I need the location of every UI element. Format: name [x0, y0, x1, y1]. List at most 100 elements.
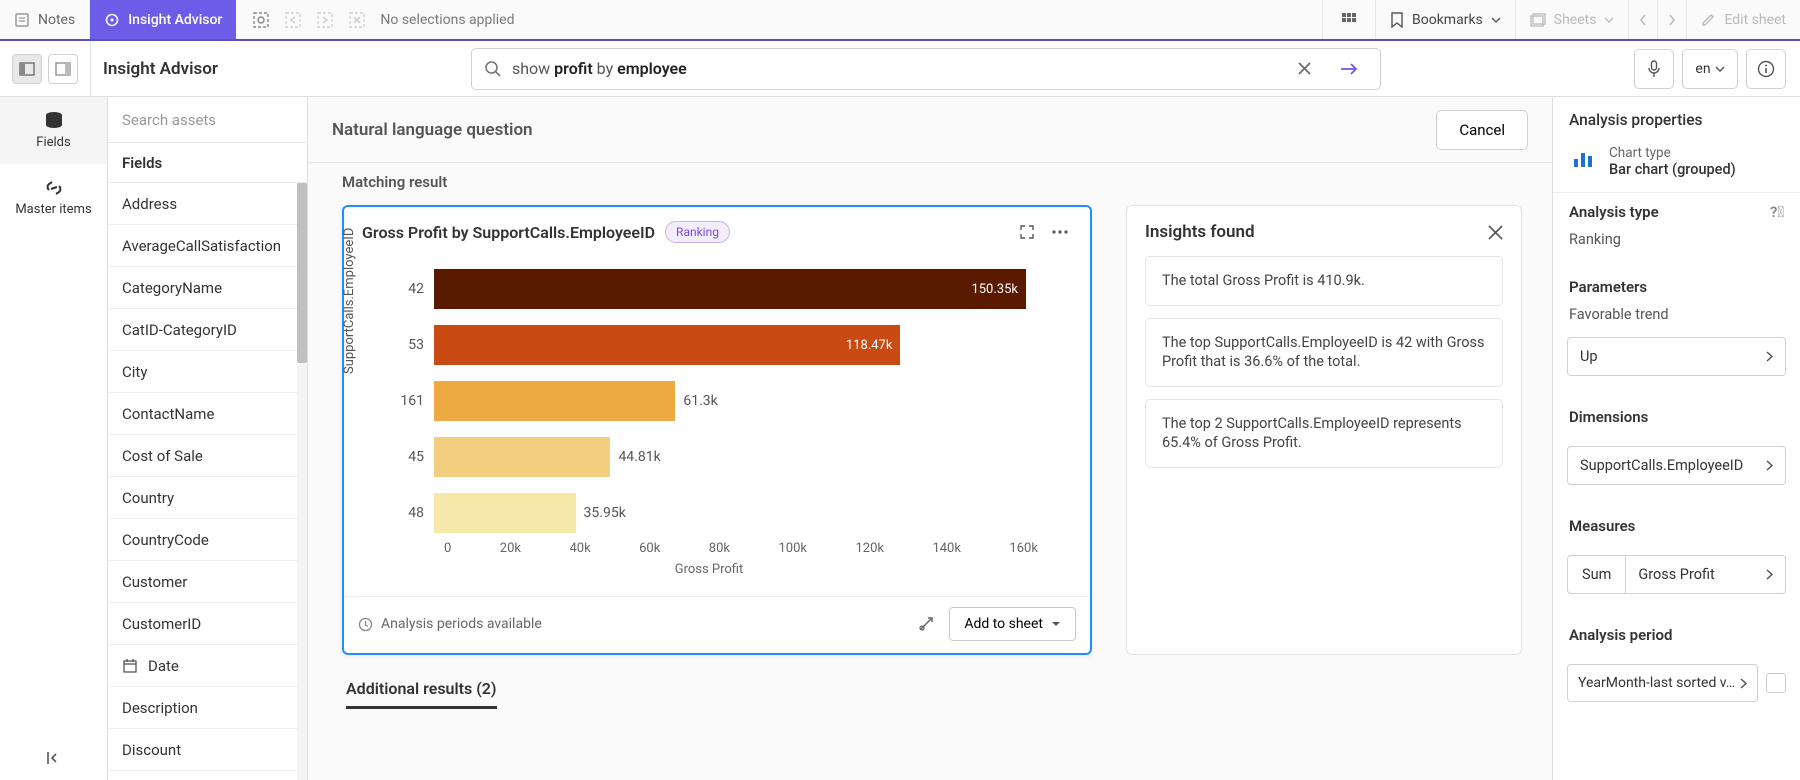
field-item[interactable]: AverageCallSatisfaction [108, 225, 307, 267]
info-button[interactable] [1746, 49, 1786, 89]
clock-icon [358, 617, 373, 632]
field-item[interactable]: City [108, 351, 307, 393]
field-item[interactable]: CatID-CategoryID [108, 309, 307, 351]
bar-fill[interactable]: 150.35k [434, 269, 1026, 309]
explore-button[interactable] [917, 615, 935, 633]
toggle-left-panel[interactable] [12, 54, 42, 84]
field-item[interactable]: Customer [108, 561, 307, 603]
bar-fill[interactable]: 118.47k [434, 325, 900, 365]
insights-close[interactable] [1488, 225, 1503, 240]
chevron-right-icon [1740, 678, 1747, 689]
close-icon [1298, 62, 1311, 75]
field-item[interactable]: Country [108, 477, 307, 519]
voice-input[interactable] [1634, 49, 1674, 89]
bar-row: 4544.81k [376, 429, 1064, 485]
notes-tab[interactable]: Notes [0, 0, 90, 39]
fields-search[interactable]: Search assets [108, 97, 307, 143]
measure-dropdown[interactable]: Gross Profit [1626, 555, 1786, 594]
page-title: Insight Advisor [91, 59, 218, 79]
fields-header: Fields [108, 143, 307, 183]
chart-body[interactable]: SupportCalls.EmployeeID 42150.35k53118.4… [344, 251, 1090, 596]
fields-scrollbar[interactable] [297, 183, 307, 780]
bookmarks-label: Bookmarks [1412, 12, 1483, 28]
bookmarks-dropdown[interactable]: Bookmarks [1375, 0, 1515, 39]
sheets-dropdown[interactable]: Sheets [1515, 0, 1629, 39]
database-icon [43, 111, 65, 131]
info-icon [1757, 60, 1775, 78]
add-to-sheet-button[interactable]: Add to sheet [949, 607, 1076, 641]
nl-question-title: Natural language question [332, 120, 533, 140]
insights-card: Insights found The total Gross Profit is… [1126, 205, 1522, 655]
favorable-trend-dropdown[interactable]: Up [1567, 337, 1786, 376]
insight-advisor-label: Insight Advisor [128, 12, 222, 28]
collapse-icon [46, 750, 62, 766]
bar-value: 35.95k [584, 505, 626, 521]
analysis-period-dropdown[interactable]: YearMonth-last sorted v… [1567, 664, 1758, 702]
clear-search[interactable] [1286, 50, 1324, 88]
step-forward-icon[interactable] [316, 11, 334, 29]
help-icon[interactable]: ?⃝ [1770, 203, 1784, 221]
bar-fill[interactable] [434, 381, 675, 421]
pencil-icon [1701, 12, 1716, 27]
language-selector[interactable]: en [1682, 49, 1738, 89]
prev-sheet[interactable] [1628, 0, 1657, 39]
rail-fields[interactable]: Fields [0, 97, 107, 164]
bar-fill[interactable] [434, 493, 576, 533]
dimension-dropdown[interactable]: SupportCalls.EmployeeID [1567, 446, 1786, 485]
toggle-right-panel[interactable] [48, 54, 78, 84]
field-item[interactable]: ContactName [108, 393, 307, 435]
grid-icon [1341, 12, 1357, 28]
clear-selections-icon[interactable] [348, 11, 366, 29]
no-selections-text: No selections applied [380, 12, 514, 28]
chart-more-menu[interactable] [1048, 230, 1072, 234]
analysis-periods-text: Analysis periods available [381, 616, 542, 632]
insight-icon [104, 12, 120, 28]
bar-fill[interactable] [434, 437, 610, 477]
y-axis-label: SupportCalls.EmployeeID [342, 227, 357, 373]
field-item[interactable]: Address [108, 183, 307, 225]
field-item[interactable]: CategoryName [108, 267, 307, 309]
chart-type-value: Bar chart (grouped) [1609, 161, 1736, 178]
panel-left-icon [19, 62, 35, 76]
notes-icon [14, 12, 30, 28]
field-item[interactable]: Cost of Sale [108, 435, 307, 477]
bookmark-icon [1390, 12, 1404, 28]
field-item[interactable]: Description [108, 687, 307, 729]
rail-master-items[interactable]: Master items [0, 164, 107, 231]
period-checkbox[interactable] [1766, 673, 1786, 693]
rail-collapse[interactable] [32, 736, 76, 780]
parameters-label: Parameters [1569, 278, 1784, 296]
field-item[interactable]: Discount [108, 729, 307, 771]
aggregation-selector[interactable]: Sum [1567, 555, 1626, 594]
more-icon [1052, 230, 1068, 234]
insight-advisor-tab[interactable]: Insight Advisor [90, 0, 236, 39]
selection-tools: No selections applied [236, 0, 530, 39]
x-axis-label: Gross Profit [354, 556, 1064, 587]
panel-right-icon [55, 62, 71, 76]
sheets-icon [1530, 13, 1546, 27]
grid-menu[interactable] [1322, 0, 1375, 39]
cancel-button[interactable]: Cancel [1436, 110, 1528, 150]
submit-search[interactable] [1330, 50, 1368, 88]
bar-row: 16161.3k [376, 373, 1064, 429]
link-icon [43, 178, 65, 198]
bar-value: 61.3k [683, 393, 717, 409]
field-item[interactable]: CountryCode [108, 519, 307, 561]
field-item[interactable]: Date [108, 645, 307, 687]
additional-results[interactable]: Additional results (2) [308, 663, 1552, 725]
chevron-down-icon [1491, 17, 1501, 23]
arrow-right-icon [1340, 62, 1358, 76]
fields-panel: Search assets Fields AddressAverageCallS… [108, 97, 308, 780]
fullscreen-button[interactable] [1016, 225, 1038, 239]
next-sheet[interactable] [1657, 0, 1686, 39]
smart-search-icon[interactable] [252, 11, 270, 29]
search-input[interactable]: show profit by employee [471, 48, 1381, 90]
step-back-icon[interactable] [284, 11, 302, 29]
chevron-down-icon [1604, 17, 1614, 23]
expand-icon [1020, 225, 1034, 239]
edit-sheet-button[interactable]: Edit sheet [1686, 0, 1800, 39]
bar-row: 53118.47k [376, 317, 1064, 373]
sheets-label: Sheets [1554, 12, 1597, 28]
field-item[interactable]: CustomerID [108, 603, 307, 645]
x-axis-ticks: 020k40k60k80k100k120k140k160k [376, 541, 1064, 556]
